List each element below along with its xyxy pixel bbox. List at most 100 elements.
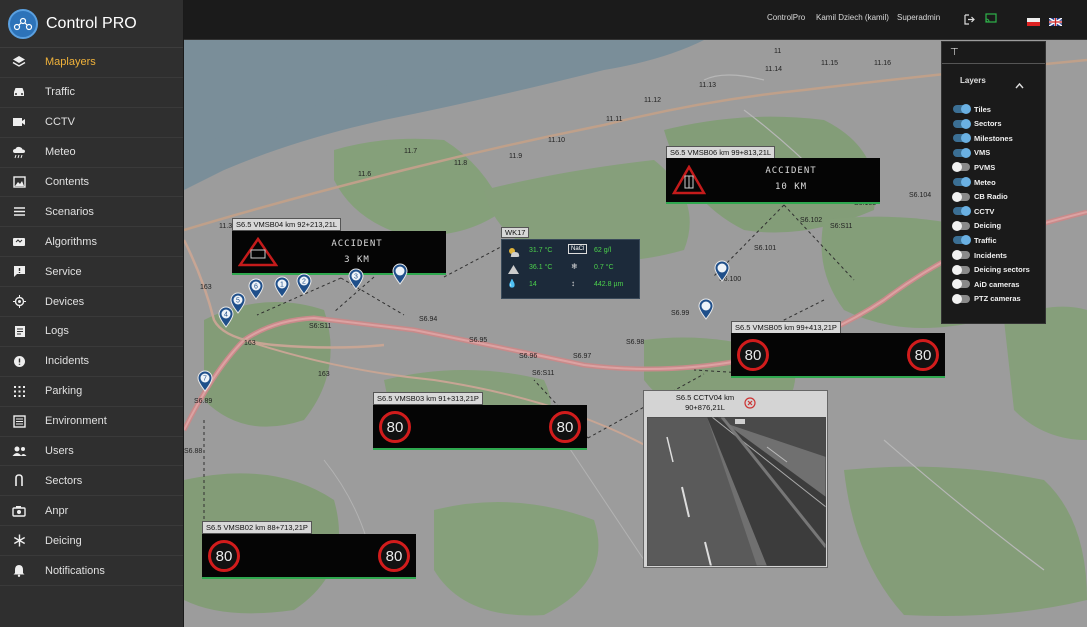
sidebar-item-anpr[interactable]: Anpr <box>0 496 183 527</box>
video-camera-icon <box>11 114 27 130</box>
vms-panel[interactable]: ACCIDENT 10 KM <box>666 158 880 204</box>
topbar-role[interactable]: Superadmin <box>897 13 940 22</box>
layers-filter[interactable]: ⊤ <box>942 42 1045 64</box>
layer-row-sectors[interactable]: Sectors <box>953 118 1002 130</box>
map-marker-icon[interactable] <box>698 298 714 325</box>
topbar-user[interactable]: Kamil Dziech (kamil) <box>816 13 889 22</box>
layer-toggle[interactable] <box>952 250 970 260</box>
cctv-popup[interactable]: S6.5 CCTV04 km 90+876,21L <box>643 390 828 568</box>
layer-row-milestones[interactable]: Milestones <box>953 132 1013 144</box>
map-marker-icon[interactable]: 7 <box>197 370 213 397</box>
users-icon <box>11 443 27 459</box>
layer-label: PTZ cameras <box>974 294 1021 304</box>
layer-row-incidents[interactable]: Incidents <box>952 249 1007 261</box>
layer-row-tiles[interactable]: Tiles <box>953 103 991 115</box>
sidebar-item-label: Users <box>45 445 74 458</box>
speed-limit-sign: 80 <box>208 540 240 572</box>
layer-toggle[interactable] <box>953 177 971 187</box>
layer-row-cb-radio[interactable]: CB Radio <box>952 191 1008 203</box>
sidebar-item-algorithms[interactable]: Algorithms <box>0 227 183 258</box>
gb-flag-icon[interactable] <box>1048 13 1063 27</box>
sidebar-item-service[interactable]: Service <box>0 257 183 288</box>
road-number-label: S6:S11 <box>309 323 332 330</box>
cast-icon[interactable] <box>985 11 997 29</box>
svg-text:5: 5 <box>236 298 240 305</box>
layer-row-pvms[interactable]: PVMS <box>952 161 995 173</box>
map-marker-icon[interactable]: 6 <box>248 278 264 305</box>
sidebar-item-devices[interactable]: Devices <box>0 287 183 318</box>
sidebar-item-sectors[interactable]: Sectors <box>0 466 183 497</box>
layer-row-aid-cameras[interactable]: AiD cameras <box>952 278 1019 290</box>
milestone-label: S6.97 <box>573 353 592 360</box>
sidebar-item-users[interactable]: Users <box>0 437 183 467</box>
sidebar-item-contents[interactable]: Contents <box>0 168 183 198</box>
toggle-knob <box>952 279 962 290</box>
layer-toggle[interactable] <box>953 133 971 144</box>
sidebar-item-maplayers[interactable]: Maplayers <box>0 48 183 78</box>
map-marker-icon[interactable]: 5 <box>230 292 246 319</box>
logout-icon[interactable] <box>964 12 975 30</box>
milestone-label: 11.7 <box>404 148 418 155</box>
layer-label: Tiles <box>974 104 991 114</box>
vms-panel[interactable]: 80 80 <box>373 405 587 450</box>
map-marker-icon[interactable] <box>714 260 730 287</box>
sidebar-item-scenarios[interactable]: Scenarios <box>0 197 183 228</box>
sidebar-item-cctv[interactable]: CCTV <box>0 108 183 138</box>
layer-toggle[interactable] <box>952 293 970 304</box>
map-marker-icon[interactable]: 2 <box>296 273 312 300</box>
layer-row-deicing-sectors[interactable]: Deicing sectors <box>952 264 1030 276</box>
layer-row-vms[interactable]: VMS <box>953 147 990 159</box>
sidebar-item-label: Service <box>45 265 82 278</box>
layer-toggle[interactable] <box>953 147 971 158</box>
sidebar-item-deicing[interactable]: Deicing <box>0 526 183 557</box>
layer-row-traffic[interactable]: Traffic <box>953 234 997 246</box>
milestone-label: 11.9 <box>509 153 523 160</box>
vms-panel[interactable]: ACCIDENT 3 KM <box>232 231 446 275</box>
layer-toggle[interactable] <box>952 191 970 202</box>
sidebar-item-incidents[interactable]: Incidents <box>0 347 183 377</box>
vms-line-1: ACCIDENT <box>765 166 817 176</box>
layers-panel: ⊤ Layers Tiles Sectors Milestones VMS PVMS Me… <box>941 41 1046 324</box>
sidebar-item-parking[interactable]: Parking <box>0 377 183 407</box>
sidebar-item-label: Logs <box>45 325 69 338</box>
cctv-video[interactable] <box>647 417 826 566</box>
sidebar-item-logs[interactable]: Logs <box>0 317 183 347</box>
layer-toggle[interactable] <box>952 220 970 231</box>
layer-row-ptz-cameras[interactable]: PTZ cameras <box>952 293 1021 305</box>
brand[interactable]: Control PRO <box>0 0 183 48</box>
filter-icon[interactable]: ⊤ <box>950 47 959 58</box>
layer-toggle[interactable] <box>952 162 970 173</box>
close-icon[interactable] <box>744 396 756 414</box>
alert-message-icon <box>11 264 27 280</box>
pl-flag-icon[interactable] <box>1027 13 1040 26</box>
layer-row-cctv[interactable]: CCTV <box>953 205 994 217</box>
layer-toggle[interactable] <box>953 235 971 246</box>
vms-label[interactable]: S6.5 VMSB04 km 92+213,21L <box>232 218 342 231</box>
layer-toggle[interactable] <box>953 118 971 129</box>
sidebar-item-notifications[interactable]: Notifications <box>0 556 183 587</box>
topbar-app-link[interactable]: ControlPro <box>767 13 805 22</box>
vms-label[interactable]: S6.5 VMSB02 km 88+713,21P <box>202 521 312 534</box>
sidebar-item-label: Meteo <box>45 146 76 159</box>
topbar: ControlPro Kamil Dziech (kamil) Superadm… <box>184 0 1087 40</box>
layer-toggle[interactable] <box>953 104 971 114</box>
layer-toggle[interactable] <box>952 264 970 275</box>
layer-toggle[interactable] <box>953 206 971 217</box>
layers-icon <box>11 54 27 70</box>
sidebar-item-environment[interactable]: Environment <box>0 407 183 437</box>
map-marker-icon[interactable]: 3 <box>348 268 364 295</box>
layer-row-deicing[interactable]: Deicing <box>952 220 1001 232</box>
vms-panel[interactable]: 80 80 <box>731 333 945 378</box>
map-marker-icon[interactable] <box>392 263 408 290</box>
vms-panel[interactable]: 80 80 <box>202 534 416 579</box>
sidebar-item-traffic[interactable]: Traffic <box>0 78 183 108</box>
chevron-up-icon[interactable] <box>1015 76 1024 94</box>
sidebar-item-meteo[interactable]: Meteo <box>0 138 183 168</box>
meteo-popup[interactable]: 31.7 °C NaCl 62 g/l 36.1 °C ❄ 0.7 °C 💧 1… <box>501 239 640 299</box>
meteo-tag[interactable]: WK17 <box>501 227 530 238</box>
vms-label[interactable]: S6.5 VMSB03 km 91+313,21P <box>373 392 483 405</box>
map-marker-icon[interactable]: 1 <box>274 276 290 303</box>
layer-toggle[interactable] <box>952 279 970 290</box>
sidebar-item-label: Incidents <box>45 355 90 368</box>
layer-row-meteo[interactable]: Meteo <box>953 176 996 188</box>
